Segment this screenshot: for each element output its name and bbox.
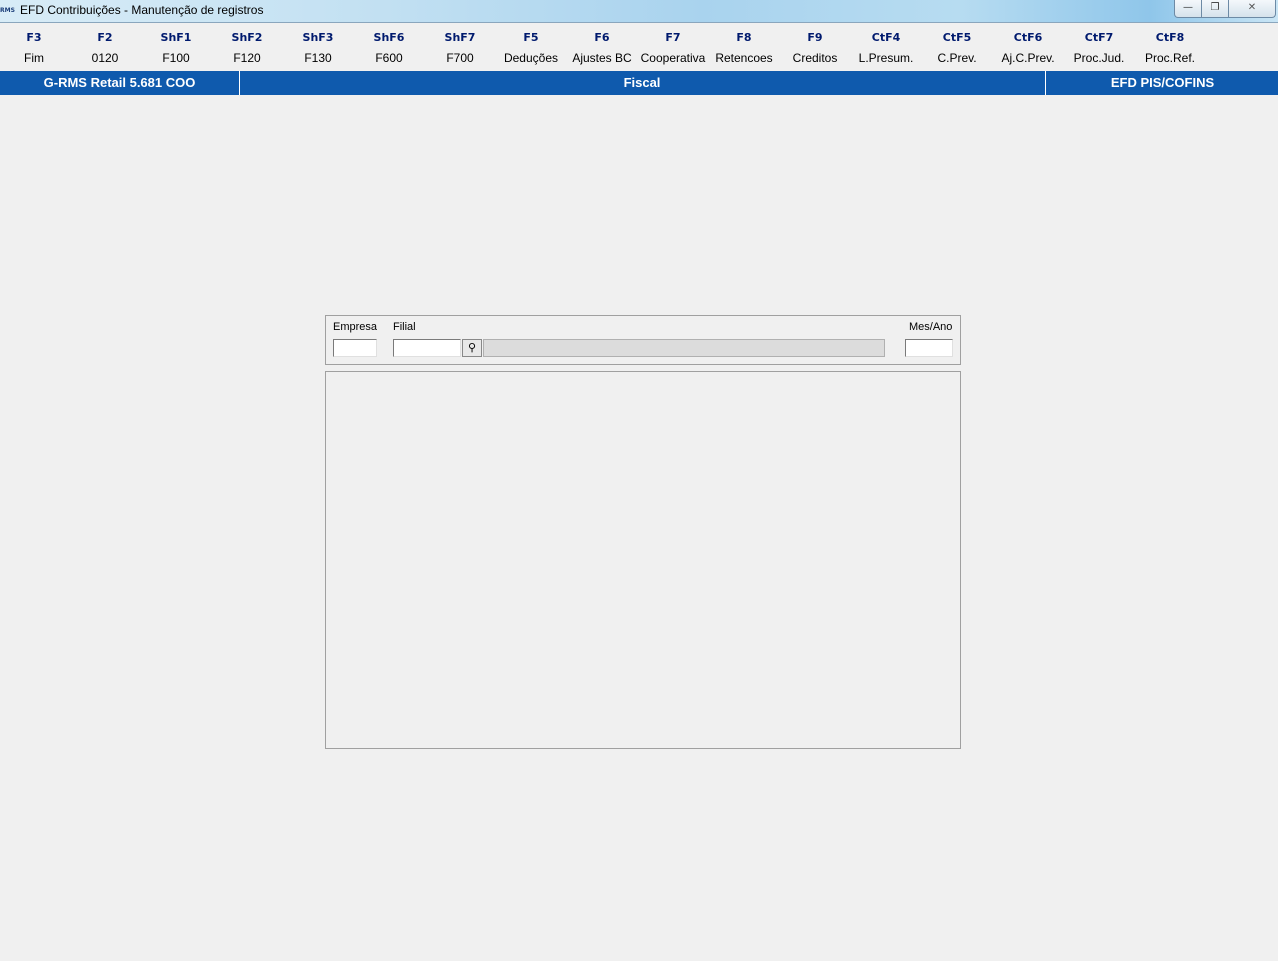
filial-label: Filial bbox=[393, 321, 416, 333]
binoculars-icon: ⚲ bbox=[467, 341, 477, 354]
fkey-shf2-f120[interactable]: ShF2 F120 bbox=[211, 28, 283, 70]
fkey-code: F8 bbox=[736, 31, 752, 44]
fkey-code: CtF5 bbox=[942, 31, 972, 44]
fkey-ctf7-procjud[interactable]: CtF7 Proc.Jud. bbox=[1063, 28, 1135, 70]
function-key-toolbar: F3 Fim F2 0120 ShF1 F100 ShF2 F120 ShF3 F130 … bbox=[0, 28, 1278, 70]
app-icon: RMS bbox=[0, 7, 15, 14]
minimize-icon: — bbox=[1183, 2, 1193, 13]
title-bar: RMS EFD Contribuições - Manutenção de re… bbox=[0, 0, 1278, 23]
mesano-input[interactable] bbox=[905, 339, 953, 357]
fkey-label: Aj.C.Prev. bbox=[1001, 51, 1055, 65]
mesano-label: Mes/Ano bbox=[909, 321, 953, 333]
fkey-label: F600 bbox=[375, 51, 403, 65]
close-icon: ✕ bbox=[1247, 2, 1257, 13]
fkey-f6-ajustes-bc[interactable]: F6 Ajustes BC bbox=[566, 28, 638, 70]
fkey-label: Proc.Ref. bbox=[1144, 51, 1195, 65]
fkey-label: Proc.Jud. bbox=[1073, 51, 1125, 65]
maximize-button[interactable]: ❐ bbox=[1201, 0, 1229, 18]
fkey-code: CtF7 bbox=[1084, 31, 1114, 44]
fkey-shf1-f100[interactable]: ShF1 F100 bbox=[140, 28, 212, 70]
filial-search-button[interactable]: ⚲ bbox=[462, 339, 482, 357]
fkey-code: F2 bbox=[97, 31, 113, 44]
fkey-f9-creditos[interactable]: F9 Creditos bbox=[779, 28, 851, 70]
window-title: EFD Contribuições - Manutenção de regist… bbox=[20, 3, 264, 17]
fkey-ctf4-lpresum[interactable]: CtF4 L.Presum. bbox=[850, 28, 922, 70]
fkey-label: F130 bbox=[304, 51, 332, 65]
fkey-label: Fim bbox=[24, 51, 44, 65]
fkey-label: F120 bbox=[233, 51, 261, 65]
fkey-f3-fim[interactable]: F3 Fim bbox=[0, 28, 70, 70]
fkey-label: Cooperativa bbox=[640, 51, 706, 65]
fkey-code: F9 bbox=[807, 31, 823, 44]
records-panel bbox=[325, 371, 961, 749]
close-button[interactable]: ✕ bbox=[1228, 0, 1276, 18]
fkey-label: F700 bbox=[446, 51, 474, 65]
fkey-code: F3 bbox=[26, 31, 42, 44]
fkey-f2-0120[interactable]: F2 0120 bbox=[69, 28, 141, 70]
filial-input[interactable] bbox=[393, 339, 461, 357]
fkey-code: ShF1 bbox=[160, 31, 192, 44]
fkey-label: Deduções bbox=[503, 51, 559, 65]
filter-panel: Empresa Filial ⚲ Mes/Ano bbox=[325, 315, 961, 365]
minimize-button[interactable]: — bbox=[1174, 0, 1202, 18]
empresa-label: Empresa bbox=[333, 321, 378, 333]
module-name-label: Fiscal bbox=[623, 75, 661, 90]
fkey-code: ShF3 bbox=[302, 31, 334, 44]
fkey-shf7-f700[interactable]: ShF7 F700 bbox=[424, 28, 496, 70]
fkey-f8-retencoes[interactable]: F8 Retencoes bbox=[708, 28, 780, 70]
fkey-shf6-f600[interactable]: ShF6 F600 bbox=[353, 28, 425, 70]
fkey-ctf8-procref[interactable]: CtF8 Proc.Ref. bbox=[1134, 28, 1206, 70]
fkey-label: Retencoes bbox=[715, 51, 773, 65]
fkey-f7-cooperativa[interactable]: F7 Cooperativa bbox=[637, 28, 709, 70]
fkey-shf3-f130[interactable]: ShF3 F130 bbox=[282, 28, 354, 70]
fkey-code: F7 bbox=[665, 31, 681, 44]
fkey-label: C.Prev. bbox=[937, 51, 977, 65]
fkey-ctf5-cprev[interactable]: CtF5 C.Prev. bbox=[921, 28, 993, 70]
system-version-label: G-RMS Retail 5.681 COO bbox=[0, 71, 240, 95]
fkey-ctf6-ajcprev[interactable]: CtF6 Aj.C.Prev. bbox=[992, 28, 1064, 70]
fkey-label: Creditos bbox=[792, 51, 838, 65]
fkey-code: ShF6 bbox=[373, 31, 405, 44]
fkey-label: 0120 bbox=[91, 51, 119, 65]
fkey-code: ShF7 bbox=[444, 31, 476, 44]
fkey-label: F100 bbox=[162, 51, 190, 65]
fkey-code: CtF6 bbox=[1013, 31, 1043, 44]
fkey-label: L.Presum. bbox=[858, 51, 914, 65]
empresa-input[interactable] bbox=[333, 339, 377, 357]
maximize-icon: ❐ bbox=[1210, 2, 1220, 13]
fkey-label: Ajustes BC bbox=[572, 51, 632, 65]
fkey-code: CtF8 bbox=[1155, 31, 1185, 44]
fkey-code: ShF2 bbox=[231, 31, 263, 44]
fkey-code: CtF4 bbox=[871, 31, 901, 44]
fkey-code: F5 bbox=[523, 31, 539, 44]
submodule-name-label: EFD PIS/COFINS bbox=[1045, 71, 1278, 95]
module-status-bar: G-RMS Retail 5.681 COO Fiscal EFD PIS/CO… bbox=[0, 71, 1278, 95]
filial-description-field bbox=[483, 339, 885, 357]
fkey-f5-deducoes[interactable]: F5 Deduções bbox=[495, 28, 567, 70]
fkey-code: F6 bbox=[594, 31, 610, 44]
